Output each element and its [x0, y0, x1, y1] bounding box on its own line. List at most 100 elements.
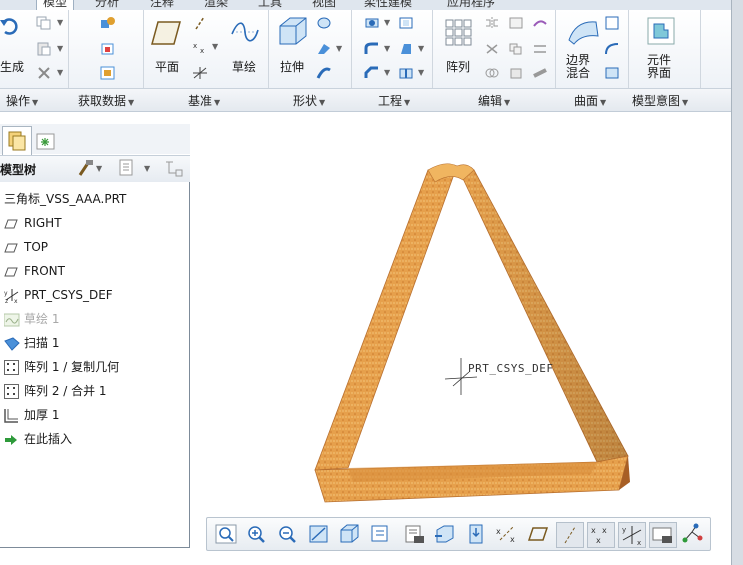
group-surfaces[interactable]: 曲面 ▼ [574, 92, 606, 109]
graphics-viewport[interactable]: PRT_CSYS_DEF [195, 110, 730, 550]
folder-browser-tab[interactable] [33, 128, 59, 154]
annotation-display-icon[interactable] [649, 522, 677, 548]
tree-item-label: 加厚 1 [24, 408, 60, 422]
chevron-down-icon[interactable]: ▼ [144, 164, 150, 173]
boundary-blend-button[interactable]: 边界 混合 [566, 54, 590, 80]
shrinkwrap-icon[interactable] [100, 66, 116, 80]
tab-analysis[interactable]: 分析 [95, 0, 119, 10]
display-style-icon[interactable] [337, 522, 363, 546]
regenerate-button[interactable]: 生成 [0, 58, 24, 75]
solidify-icon[interactable] [508, 66, 524, 80]
tab-annotate[interactable]: 注释 [150, 0, 174, 10]
settings-icon[interactable] [76, 159, 94, 180]
datum-plane-icon[interactable] [150, 20, 182, 49]
chevron-down-icon[interactable]: ▼ [212, 42, 218, 51]
point-display-icon[interactable]: xxx [587, 522, 615, 548]
chevron-down-icon[interactable]: ▼ [384, 68, 390, 77]
pattern-icon[interactable] [444, 18, 474, 51]
spin-center-icon[interactable] [463, 522, 489, 546]
zoom-in-icon[interactable] [244, 522, 270, 546]
pattern-button[interactable]: 阵列 [446, 58, 470, 75]
fill-icon[interactable] [604, 16, 620, 30]
datum-display-icon[interactable] [525, 522, 551, 546]
zoom-out-icon[interactable] [275, 522, 301, 546]
axis-display-icon[interactable] [556, 522, 584, 548]
style-icon[interactable] [604, 42, 620, 56]
sweep-icon[interactable] [316, 42, 332, 56]
svg-text:z: z [5, 298, 8, 304]
extrude-icon[interactable] [276, 16, 308, 51]
boundary-blend-icon[interactable] [566, 16, 600, 49]
view-manager-icon[interactable] [401, 522, 427, 546]
model-tree-tab[interactable] [2, 126, 32, 155]
extend-icon[interactable] [508, 16, 524, 30]
tab-file[interactable] [0, 0, 28, 10]
freestyle-icon[interactable] [604, 66, 620, 80]
saved-orientations-icon[interactable] [368, 522, 394, 546]
tab-flexible-modeling[interactable]: 柔性建模 [364, 0, 412, 10]
tab-tools[interactable]: 工具 [258, 0, 282, 10]
chevron-down-icon[interactable]: ▼ [57, 68, 63, 77]
chevron-down-icon[interactable]: ▼ [57, 44, 63, 53]
group-engineering[interactable]: 工程 ▼ [378, 92, 410, 109]
coordinate-system-icon[interactable] [192, 66, 208, 80]
regenerate-icon[interactable] [0, 14, 22, 43]
round-icon[interactable] [364, 42, 380, 56]
sketch-icon[interactable] [230, 18, 260, 49]
group-operations[interactable]: 操作 ▼ [6, 92, 38, 109]
shell-icon[interactable] [398, 16, 414, 30]
chevron-down-icon[interactable]: ▼ [384, 44, 390, 53]
extrude-button[interactable]: 拉伸 [280, 58, 304, 75]
datum-axis-icon[interactable] [192, 16, 208, 30]
rib-icon[interactable] [398, 66, 414, 80]
group-datum[interactable]: 基准 ▼ [188, 92, 220, 109]
component-interface-button[interactable]: 元件 界面 [647, 54, 671, 80]
intersect-icon[interactable] [484, 66, 500, 80]
tab-applications[interactable]: 应用程序 [447, 0, 495, 10]
csys-display-icon[interactable]: yx [618, 522, 646, 548]
draft-icon[interactable] [398, 42, 414, 56]
chevron-down-icon[interactable]: ▼ [96, 164, 102, 173]
paste-icon[interactable] [36, 42, 52, 56]
datum-plane-icon [4, 240, 18, 254]
delete-icon[interactable] [36, 66, 52, 80]
chevron-down-icon[interactable]: ▼ [418, 68, 424, 77]
component-interface-icon[interactable] [646, 16, 676, 49]
csys-label: PRT_CSYS_DEF [468, 362, 553, 375]
chevron-down-icon[interactable]: ▼ [57, 18, 63, 27]
perspective-view-icon[interactable] [432, 522, 458, 546]
refit-icon[interactable] [213, 522, 239, 546]
mirror-icon[interactable] [484, 16, 500, 30]
chamfer-icon[interactable] [364, 66, 380, 80]
svg-text:x: x [596, 536, 601, 545]
tab-render[interactable]: 渲染 [204, 0, 228, 10]
chevron-down-icon[interactable]: ▼ [384, 18, 390, 27]
datum-point-icon[interactable]: xx [192, 40, 208, 55]
tree-filter-icon[interactable] [164, 159, 184, 180]
repaint-icon[interactable] [306, 522, 332, 546]
offset-icon[interactable] [532, 42, 548, 56]
show-menu-icon[interactable] [118, 159, 136, 180]
project-icon[interactable] [532, 16, 548, 30]
copy-icon[interactable] [36, 16, 52, 30]
plane-display-icon[interactable]: xx [494, 522, 520, 546]
hole-icon[interactable] [364, 16, 380, 30]
tree-item-label: PRT_CSYS_DEF [24, 288, 113, 302]
revolve-icon[interactable] [316, 16, 332, 30]
chevron-down-icon[interactable]: ▼ [336, 44, 342, 53]
thicken-icon[interactable] [532, 66, 548, 80]
sketch-button[interactable]: 草绘 [232, 58, 256, 75]
user-defined-feature-icon[interactable] [100, 16, 116, 30]
swept-blend-icon[interactable] [316, 66, 332, 80]
group-editing[interactable]: 编辑 ▼ [478, 92, 510, 109]
chevron-down-icon[interactable]: ▼ [418, 44, 424, 53]
tab-view[interactable]: 视图 [312, 0, 336, 10]
spin-center-display-icon[interactable] [680, 522, 706, 546]
plane-button[interactable]: 平面 [155, 58, 179, 75]
group-get-data[interactable]: 获取数据 ▼ [78, 92, 134, 109]
copy-geometry-icon[interactable] [100, 42, 116, 56]
group-model-intent[interactable]: 模型意图 ▼ [632, 92, 688, 109]
merge-icon[interactable] [508, 42, 524, 56]
trim-icon[interactable] [484, 42, 500, 56]
group-shapes[interactable]: 形状 ▼ [293, 92, 325, 109]
